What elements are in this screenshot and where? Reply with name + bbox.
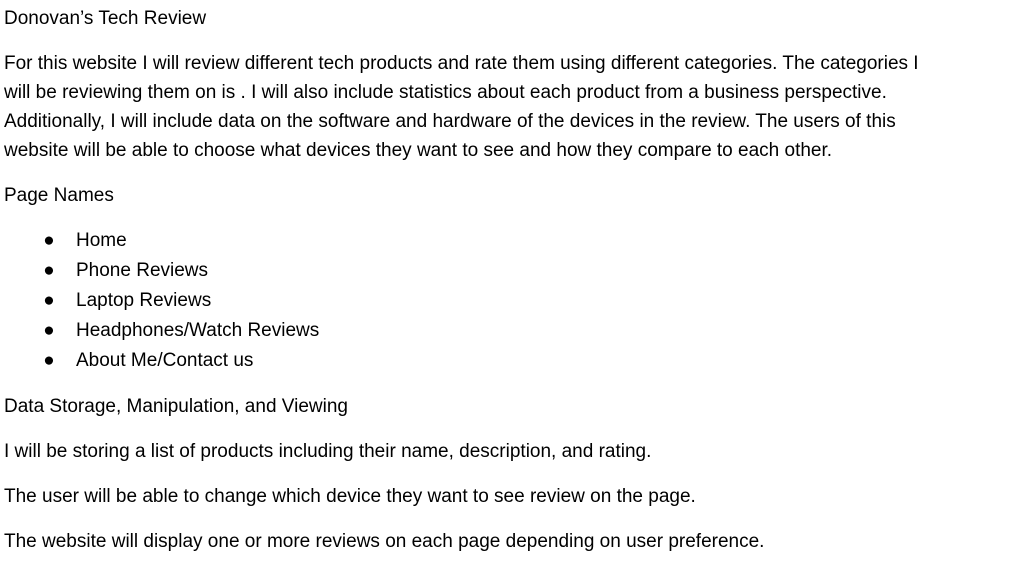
data-paragraph: The user will be able to change which de… (4, 486, 696, 507)
bullet-icon: ● (43, 230, 55, 251)
list-item: ● Home (4, 226, 944, 256)
page-name-label: Home (76, 230, 127, 251)
page-name-label: Headphones/Watch Reviews (76, 320, 320, 341)
list-item: ● Headphones/Watch Reviews (4, 316, 944, 346)
intro-paragraph: For this website I will review different… (4, 53, 919, 161)
bullet-icon: ● (43, 260, 55, 281)
document-title: Donovan’s Tech Review (4, 8, 207, 29)
page-names-heading: Page Names (4, 185, 114, 206)
page-name-label: Phone Reviews (76, 260, 209, 281)
data-paragraph: The website will display one or more rev… (4, 531, 765, 552)
document-body: Donovan’s Tech Review For this website I… (0, 0, 944, 556)
page-names-list: ● Home ● Phone Reviews ● Laptop Reviews … (4, 226, 944, 376)
data-storage-heading: Data Storage, Manipulation, and Viewing (4, 396, 348, 417)
list-item: ● Phone Reviews (4, 256, 944, 286)
page-name-label: Laptop Reviews (76, 290, 212, 311)
data-paragraph: I will be storing a list of products inc… (4, 441, 652, 462)
bullet-icon: ● (43, 350, 55, 371)
page-name-label: About Me/Contact us (76, 350, 254, 371)
list-item: ● About Me/Contact us (4, 346, 944, 376)
bullet-icon: ● (43, 290, 55, 311)
bullet-icon: ● (43, 320, 55, 341)
list-item: ● Laptop Reviews (4, 286, 944, 316)
